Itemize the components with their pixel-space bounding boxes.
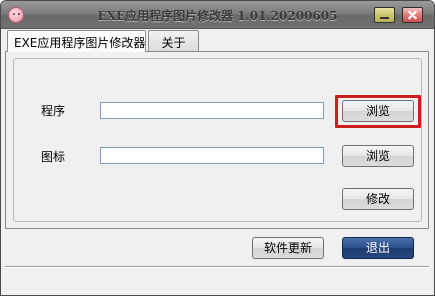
software-update-button[interactable]: 软件更新: [252, 237, 324, 259]
icon-path-field[interactable]: [100, 147, 324, 164]
tab-main[interactable]: EXE应用程序图片修改器: [7, 30, 146, 52]
icon-label: 图标: [41, 150, 66, 164]
exit-button[interactable]: 退出: [342, 237, 414, 259]
program-label: 程序: [41, 104, 66, 118]
close-icon[interactable]: [402, 7, 423, 23]
program-browse-button[interactable]: 浏览: [342, 100, 414, 122]
minimize-icon[interactable]: [374, 7, 395, 23]
modify-button[interactable]: 修改: [342, 188, 414, 210]
status-divider: [5, 266, 429, 268]
icon-browse-button[interactable]: 浏览: [342, 145, 414, 167]
tab-about[interactable]: 关于: [148, 30, 199, 51]
app-window: EXE应用程序图片修改器 1.01.20200605 EXE应用程序图片修改器 …: [0, 0, 435, 296]
window-title: EXE应用程序图片修改器 1.01.20200605: [97, 9, 338, 23]
program-path-field[interactable]: [100, 102, 324, 119]
title-bar[interactable]: EXE应用程序图片修改器 1.01.20200605: [1, 1, 434, 29]
